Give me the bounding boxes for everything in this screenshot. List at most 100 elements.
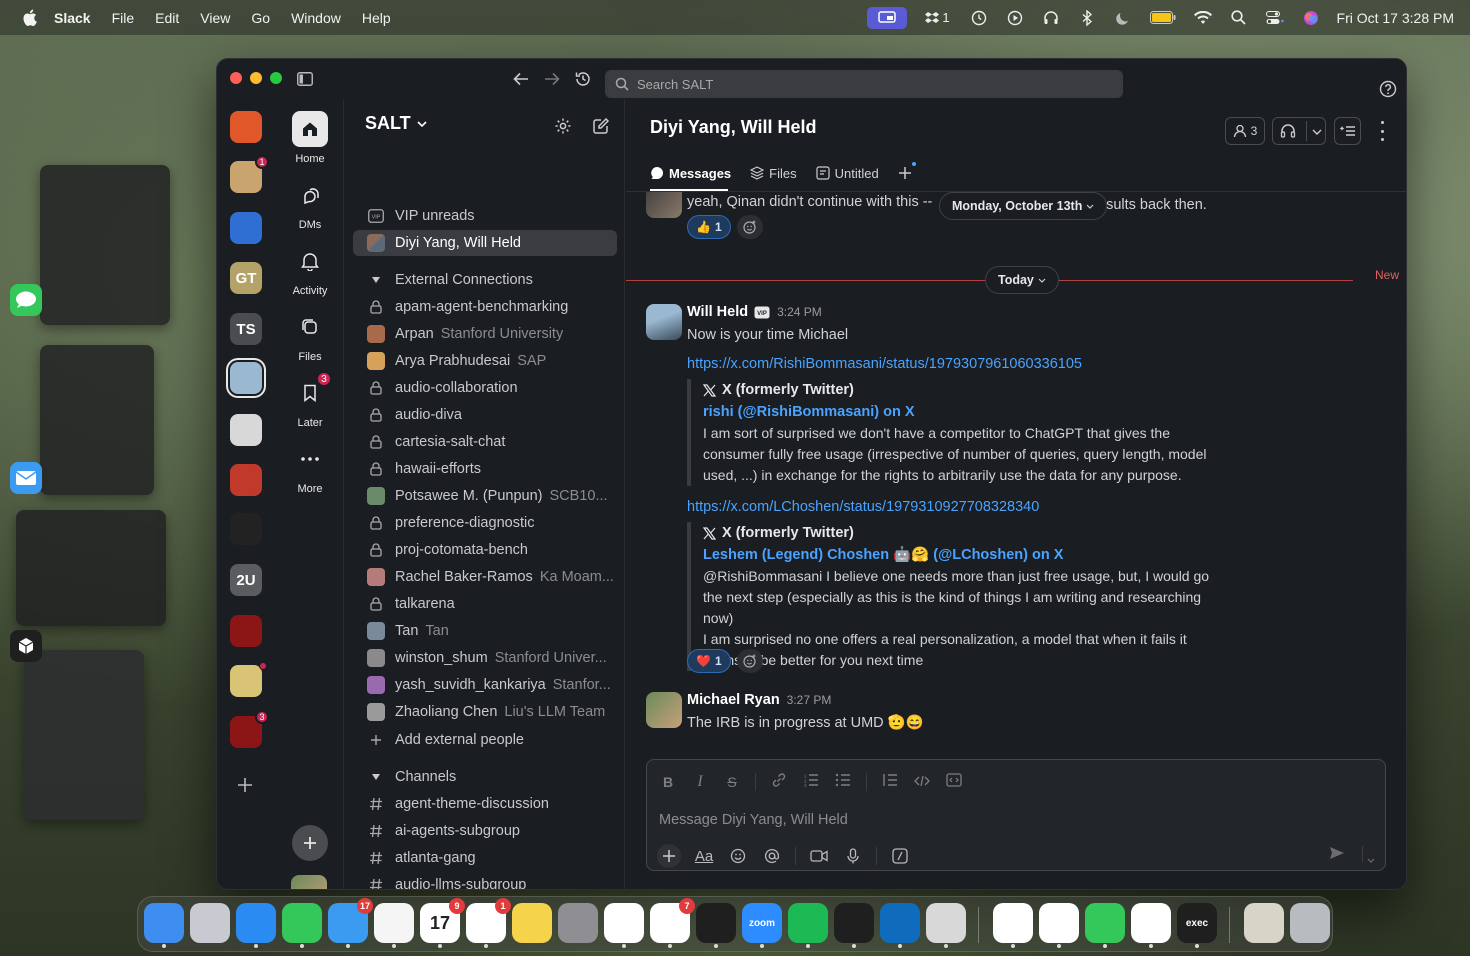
apple-menu-icon[interactable]	[20, 9, 38, 27]
sidebar-external-item[interactable]: preference-diagnostic	[353, 510, 617, 536]
workspace-icon[interactable]	[230, 111, 262, 143]
menubar-clock[interactable]: Fri Oct 17 3:28 PM	[1337, 10, 1454, 26]
author-name[interactable]: Will Held	[687, 304, 748, 320]
sidebar-external-item[interactable]: Tan Tan	[353, 618, 617, 644]
members-button[interactable]: 3	[1225, 117, 1265, 145]
dock-finder-icon[interactable]	[144, 903, 184, 948]
screen-mirroring-icon[interactable]	[866, 6, 907, 29]
sidebar-external-item[interactable]: audio-collaboration	[353, 375, 617, 401]
nav-dms[interactable]: DMs	[276, 177, 344, 231]
dock-chatgpt-icon[interactable]	[604, 903, 644, 948]
tab-files[interactable]: Files	[750, 161, 797, 185]
message-timestamp[interactable]: 3:24 PM	[777, 305, 822, 319]
sidebar-external-item[interactable]: Arpan Stanford University	[353, 321, 617, 347]
play-icon[interactable]	[1005, 8, 1025, 28]
unfurl-title[interactable]: Leshem (Legend) Choshen 🤖🤗 (@LChoshen) o…	[703, 544, 1227, 566]
sidebar-dm-diyi-will[interactable]: Diyi Yang, Will Held	[353, 230, 617, 256]
workspace-icon[interactable]	[230, 414, 262, 446]
dock-cursor-icon[interactable]	[834, 903, 874, 948]
workspace-icon[interactable]	[230, 464, 262, 496]
stage-mail-app-icon[interactable]	[10, 462, 42, 494]
search-bar[interactable]: Search SALT	[605, 70, 1123, 98]
bluetooth-icon[interactable]	[1077, 8, 1097, 28]
more-options-icon[interactable]	[1376, 121, 1388, 141]
siri-icon[interactable]	[1301, 8, 1321, 28]
sidebar-channel-item[interactable]: audio-llms-subgroup	[353, 872, 617, 889]
dock-notes-icon[interactable]	[512, 903, 552, 943]
close-window-button[interactable]	[230, 72, 242, 84]
sidebar-vip-unreads[interactable]: VIP VIP unreads	[353, 203, 617, 229]
attach-plus-icon[interactable]	[657, 844, 681, 868]
microphone-icon[interactable]	[842, 845, 864, 867]
link-icon[interactable]	[770, 772, 788, 791]
dock-terminal-icon[interactable]	[696, 903, 736, 948]
sidebar-toggle-icon[interactable]	[296, 70, 314, 88]
time-machine-icon[interactable]	[969, 8, 989, 28]
battery-icon[interactable]	[1149, 8, 1177, 28]
nav-more[interactable]: More	[276, 441, 344, 495]
dock-slack-icon[interactable]: 7	[650, 898, 695, 948]
stage-window-3[interactable]	[16, 510, 166, 626]
zoom-window-button[interactable]	[270, 72, 282, 84]
dock-reminders-icon[interactable]: 1	[466, 898, 511, 948]
history-icon[interactable]	[574, 70, 592, 88]
sidebar-external-item[interactable]: Rachel Baker-Ramos Ka Moam...	[353, 564, 617, 590]
conversation-title[interactable]: Diyi Yang, Will Held	[650, 117, 817, 138]
do-not-disturb-icon[interactable]	[1113, 8, 1133, 28]
compose-icon[interactable]	[590, 115, 612, 137]
sidebar-external-item[interactable]: Potsawee M. (Punpun) SCB10...	[353, 483, 617, 509]
strikethrough-icon[interactable]: S	[723, 774, 741, 790]
sidebar-external-item[interactable]: cartesia-salt-chat	[353, 429, 617, 455]
sidebar-external-item[interactable]: talkarena	[353, 591, 617, 617]
forward-arrow-icon[interactable]	[543, 70, 561, 88]
nav-later[interactable]: 3 Later	[276, 371, 344, 429]
spotlight-search-icon[interactable]	[1229, 8, 1249, 28]
workspace-name-button[interactable]: SALT	[365, 113, 427, 134]
message-link[interactable]: https://x.com/LChoshen/status/1979310927…	[687, 497, 1039, 518]
dock-keychain-icon[interactable]	[1131, 903, 1171, 948]
message-composer[interactable]: B I S 123 Message Diyi Yang, Will Held A…	[646, 759, 1386, 871]
section-channels[interactable]: Channels	[353, 764, 617, 790]
sidebar-external-item[interactable]: apam-agent-benchmarking	[353, 294, 617, 320]
sidebar-channel-item[interactable]: atlanta-gang	[353, 845, 617, 871]
create-new-button[interactable]	[292, 825, 328, 861]
workspace-icon[interactable]: GT	[230, 262, 262, 294]
menu-app-name[interactable]: Slack	[54, 10, 91, 26]
dock-outlook-icon[interactable]	[880, 903, 920, 948]
stage-window-2[interactable]	[40, 345, 154, 495]
nav-files[interactable]: Files	[276, 309, 344, 363]
workspace-icon[interactable]	[230, 665, 262, 697]
video-clip-icon[interactable]	[808, 845, 830, 867]
dock-zoom-icon[interactable]: zoom	[742, 903, 782, 948]
headphones-icon[interactable]	[1041, 8, 1061, 28]
dock-mail-icon[interactable]: 17	[328, 898, 373, 948]
nav-activity[interactable]: Activity	[276, 243, 344, 297]
code-icon[interactable]	[913, 774, 931, 790]
dock-safari-icon[interactable]	[236, 903, 276, 948]
add-tab-button[interactable]	[898, 161, 916, 185]
menu-file[interactable]: File	[112, 10, 135, 26]
message-link[interactable]: https://x.com/RishiBommasani/status/1979…	[687, 354, 1082, 375]
send-button[interactable]	[1329, 846, 1345, 865]
emoji-icon[interactable]	[727, 845, 749, 867]
stage-window-4[interactable]	[24, 650, 144, 820]
dock-messages-icon[interactable]	[282, 903, 322, 948]
add-reaction-button[interactable]	[736, 649, 763, 673]
dock-chrome-icon[interactable]	[993, 903, 1033, 948]
menu-edit[interactable]: Edit	[155, 10, 179, 26]
dock-calendar-icon[interactable]: 17 9	[420, 898, 465, 948]
wifi-icon[interactable]	[1193, 8, 1213, 28]
add-workspace-button[interactable]	[236, 776, 256, 796]
sidebar-external-item[interactable]: proj-cotomata-bench	[353, 537, 617, 563]
dock-system-settings-icon[interactable]	[558, 903, 598, 943]
dock-documents-icon[interactable]	[1244, 903, 1284, 943]
sidebar-external-item[interactable]: hawaii-efforts	[353, 456, 617, 482]
canvas-button[interactable]	[1334, 117, 1361, 145]
workspace-icon[interactable]	[230, 615, 262, 647]
today-divider-pill[interactable]: Today	[985, 266, 1059, 294]
reaction-thumbs-up[interactable]: 👍 1	[687, 215, 731, 239]
formatting-toggle-button[interactable]: Aa	[693, 845, 715, 867]
help-icon[interactable]	[1379, 80, 1397, 98]
code-block-icon[interactable]	[945, 773, 963, 790]
add-external-people-button[interactable]: Add external people	[353, 727, 617, 753]
